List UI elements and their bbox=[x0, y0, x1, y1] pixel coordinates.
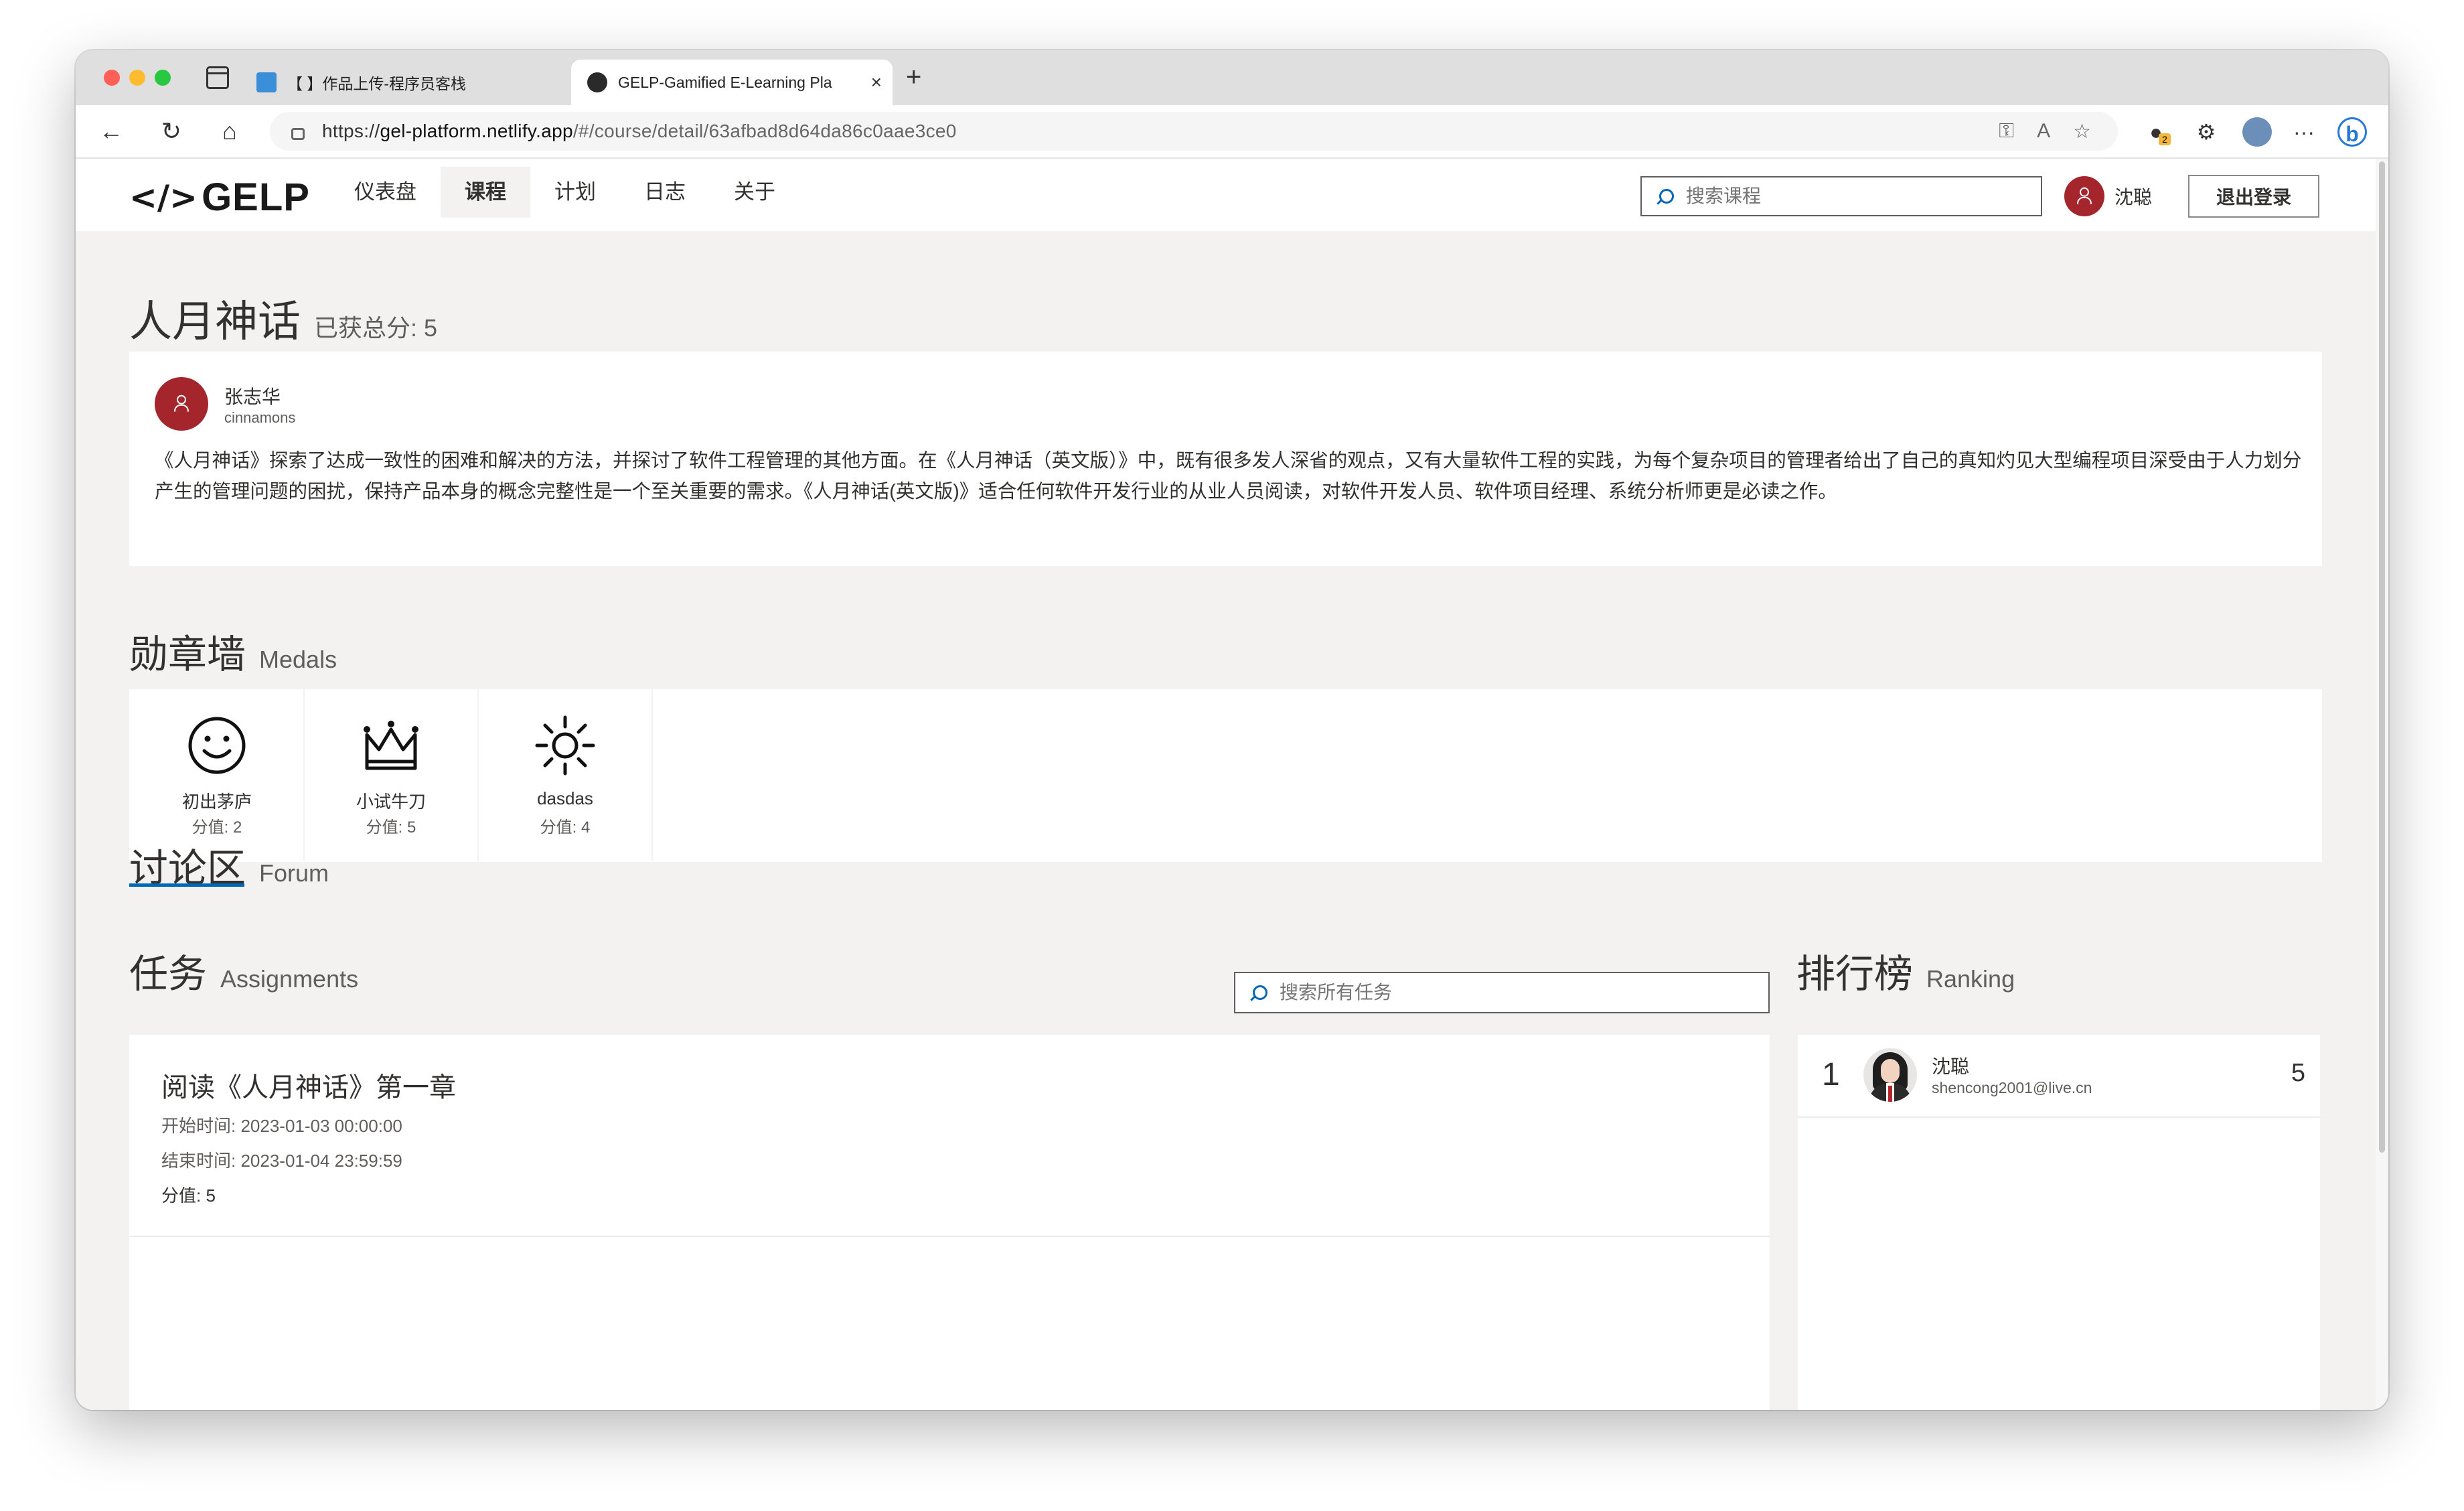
app-header: </> GELP 仪表盘 课程 计划 日志 关于 沈聪 退出登录 bbox=[76, 159, 2376, 231]
user-name[interactable]: 沈聪 bbox=[2114, 183, 2152, 210]
logo[interactable]: </> GELP bbox=[129, 175, 310, 220]
author-avatar[interactable] bbox=[155, 377, 208, 431]
assignments-title: 任务 bbox=[129, 952, 208, 996]
more-menu-icon[interactable]: ··· bbox=[2289, 117, 2319, 147]
ranking-avatar bbox=[1863, 1048, 1917, 1102]
terminal-icon bbox=[256, 72, 277, 92]
nav-plan[interactable]: 计划 bbox=[530, 167, 620, 218]
medal-name: 初出茅庐 bbox=[181, 792, 252, 812]
course-total-score: 已获总分: 5 bbox=[314, 314, 438, 342]
react-icon bbox=[587, 72, 607, 92]
author-handle: cinnamons bbox=[224, 409, 296, 426]
tab-gelp[interactable]: GELP-Gamified E-Learning Pla × bbox=[571, 60, 893, 105]
author-name: 张志华 bbox=[224, 386, 281, 407]
task-search[interactable] bbox=[1234, 972, 1770, 1013]
person-icon bbox=[174, 394, 189, 412]
course-description: 《人月神话》探索了达成一致性的困难和解决的方法，并探讨了软件工程管理的其他方面。… bbox=[155, 450, 2302, 502]
tab-title: GELP-Gamified E-Learning Pla bbox=[618, 73, 832, 91]
extension-icon[interactable]: ● 2 bbox=[2141, 117, 2171, 147]
url-text[interactable]: https://gel-platform.netlify.app/#/cours… bbox=[322, 121, 957, 142]
ranking-heading: 排行榜 Ranking bbox=[1796, 942, 2015, 999]
home-button[interactable]: ⌂ bbox=[213, 115, 246, 148]
assignment-end: 结束时间: 2023-01-04 23:59:59 bbox=[161, 1151, 402, 1171]
search-icon bbox=[1659, 189, 1674, 204]
read-aloud-icon[interactable]: A bbox=[2037, 120, 2050, 143]
assignment-start: 开始时间: 2023-01-03 00:00:00 bbox=[161, 1116, 402, 1136]
logout-button[interactable]: 退出登录 bbox=[2188, 175, 2319, 218]
medal-score: 分值: 4 bbox=[540, 818, 591, 837]
assignment-title[interactable]: 阅读《人月神话》第一章 bbox=[161, 1066, 456, 1104]
ranking-row[interactable]: 1 沈聪 shencong2001@live.cn 5 bbox=[1798, 1035, 2320, 1118]
address-bar[interactable]: https://gel-platform.netlify.app/#/cours… bbox=[270, 112, 2118, 151]
task-search-input[interactable] bbox=[1278, 981, 1750, 1004]
course-intro-card: 张志华 cinnamons 《人月神话》探索了达成一致性的困难和解决的方法，并探… bbox=[129, 352, 2322, 566]
course-search-input[interactable] bbox=[1685, 185, 2022, 208]
refresh-button[interactable]: ↻ bbox=[155, 115, 188, 148]
rank-email: shencong2001@live.cn bbox=[1932, 1079, 2092, 1096]
smiley-icon bbox=[188, 717, 246, 774]
address-bar-actions: ⚿ A ☆ bbox=[1999, 120, 2091, 143]
course-heading: 人月神话 已获总分: 5 bbox=[129, 287, 437, 349]
ranking-subtitle: Ranking bbox=[1926, 965, 2015, 993]
medal-score: 分值: 5 bbox=[366, 818, 416, 837]
medals-heading: 勋章墙 Medals bbox=[129, 623, 337, 679]
maximize-window-button[interactable] bbox=[155, 70, 171, 86]
search-icon bbox=[1253, 985, 1267, 1000]
tab-strip: 【 】作品上传-程序员客栈 × GELP-Gamified E-Learning… bbox=[76, 50, 2388, 105]
minimize-window-button[interactable] bbox=[129, 70, 145, 86]
browser-window: 【 】作品上传-程序员客栈 × GELP-Gamified E-Learning… bbox=[76, 50, 2388, 1410]
bing-icon[interactable]: b bbox=[2337, 117, 2367, 147]
nav-courses[interactable]: 课程 bbox=[441, 167, 530, 218]
assignment-score: 分值: 5 bbox=[161, 1185, 216, 1206]
page-viewport: </> GELP 仪表盘 课程 计划 日志 关于 沈聪 退出登录 人月神话已获总… bbox=[76, 159, 2376, 1410]
medal-score: 分值: 2 bbox=[191, 818, 242, 837]
back-button[interactable]: ← bbox=[94, 115, 128, 148]
lock-icon[interactable] bbox=[291, 128, 305, 140]
close-window-button[interactable] bbox=[104, 70, 120, 86]
assignments-heading: 任务 Assignments bbox=[129, 942, 358, 999]
medals-title: 勋章墙 bbox=[129, 633, 246, 676]
nav-log[interactable]: 日志 bbox=[620, 167, 710, 218]
nav-about[interactable]: 关于 bbox=[710, 167, 799, 218]
extensions-puzzle-icon[interactable]: ⚙ bbox=[2191, 117, 2221, 147]
sun-icon bbox=[535, 715, 595, 776]
medal-wall: 初出茅庐 分值: 2 小试牛刀 分值: 5 dasdas 分值: 4 bbox=[129, 689, 2322, 862]
address-toolbar: ← ↻ ⌂ https://gel-platform.netlify.app/#… bbox=[76, 105, 2388, 159]
profile-avatar[interactable] bbox=[2242, 117, 2272, 147]
main-nav: 仪表盘 课程 计划 日志 关于 bbox=[330, 167, 799, 218]
rank-name: 沈聪 bbox=[1932, 1056, 1970, 1077]
ranking-panel: 1 沈聪 shencong2001@live.cn 5 bbox=[1798, 1035, 2320, 1410]
forum-underline bbox=[129, 883, 244, 887]
medal-name: dasdas bbox=[537, 788, 593, 808]
medals-subtitle: Medals bbox=[259, 646, 337, 673]
key-icon[interactable]: ⚿ bbox=[1999, 120, 2014, 143]
assignment-item[interactable]: 阅读《人月神话》第一章 开始时间: 2023-01-03 00:00:00 结束… bbox=[129, 1035, 1770, 1237]
course-title: 人月神话 bbox=[129, 297, 301, 346]
crown-icon bbox=[364, 721, 418, 770]
logo-text: GELP bbox=[202, 175, 310, 219]
rank-number: 1 bbox=[1822, 1057, 1840, 1092]
ranking-title: 排行榜 bbox=[1796, 952, 1914, 996]
nav-dashboard[interactable]: 仪表盘 bbox=[330, 167, 441, 218]
close-tab-icon[interactable]: × bbox=[871, 72, 882, 93]
medal-item[interactable]: 小试牛刀 分值: 5 bbox=[305, 689, 479, 861]
scrollbar-thumb[interactable] bbox=[2379, 161, 2385, 1153]
favorite-add-icon[interactable]: ☆ bbox=[2073, 120, 2091, 143]
new-tab-button[interactable]: + bbox=[906, 64, 921, 90]
code-logo-icon: </> bbox=[129, 177, 198, 217]
medal-item[interactable]: 初出茅庐 分值: 2 bbox=[131, 689, 305, 861]
course-search[interactable] bbox=[1640, 176, 2042, 216]
user-avatar[interactable] bbox=[2064, 176, 2104, 216]
tab-title: 【 】作品上传-程序员客栈 bbox=[287, 75, 467, 92]
tab-actions-icon[interactable] bbox=[206, 66, 229, 89]
forum-subtitle: Forum bbox=[259, 859, 329, 887]
person-icon bbox=[2077, 187, 2092, 204]
medal-item[interactable]: dasdas 分值: 4 bbox=[479, 689, 653, 861]
assignments-panel: 阅读《人月神话》第一章 开始时间: 2023-01-03 00:00:00 结束… bbox=[129, 1035, 1770, 1410]
medal-name: 小试牛刀 bbox=[356, 792, 426, 812]
assignments-subtitle: Assignments bbox=[220, 965, 359, 993]
rank-score: 5 bbox=[2291, 1059, 2305, 1087]
